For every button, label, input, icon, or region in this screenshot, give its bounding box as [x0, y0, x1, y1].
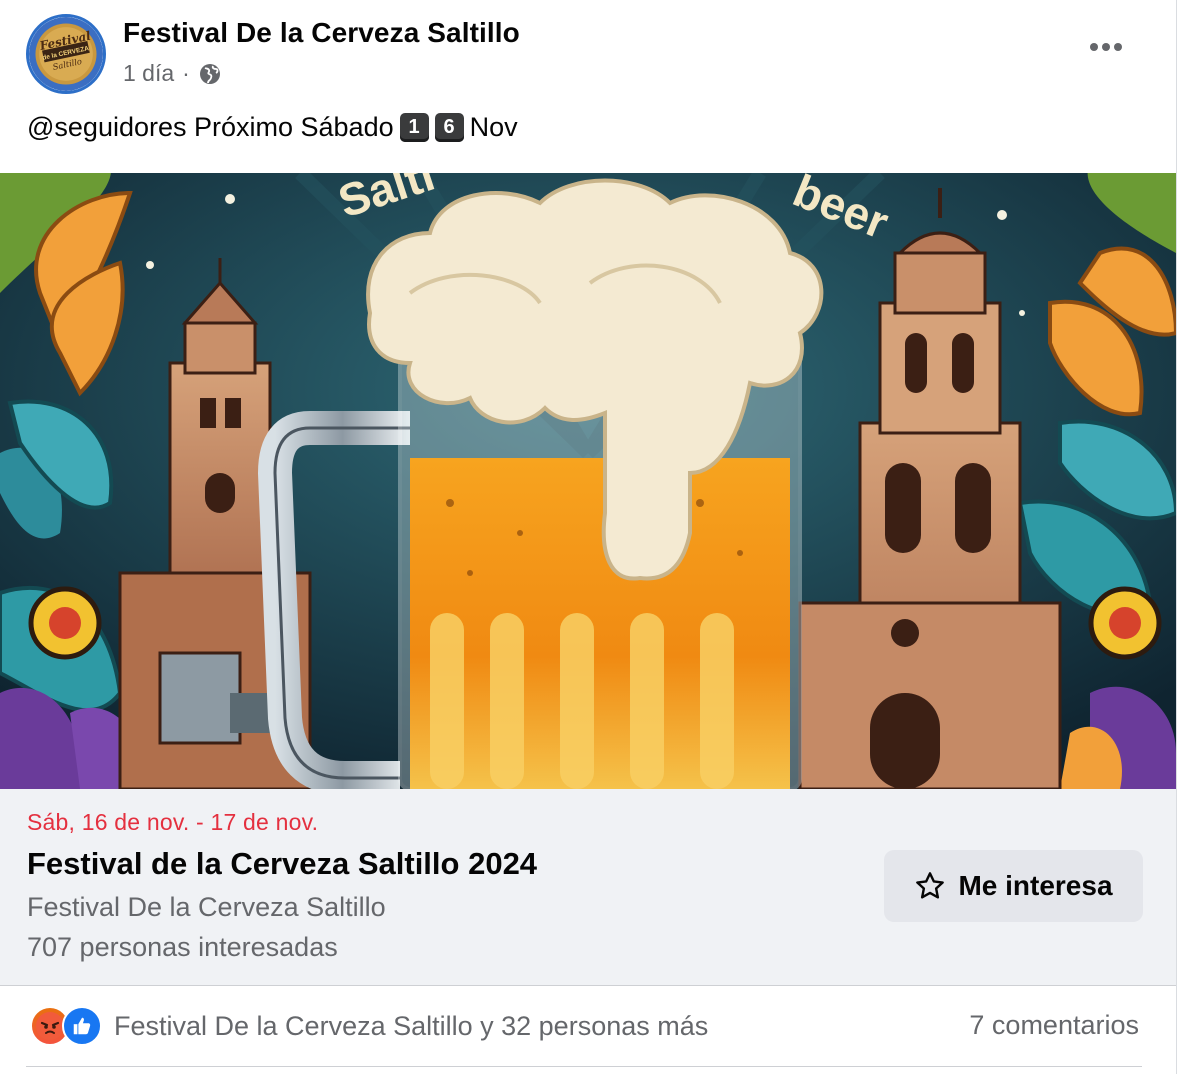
- more-dots-icon: [1090, 43, 1122, 51]
- post-text-prefix: @seguidores Próximo Sábado: [27, 112, 394, 142]
- divider: [26, 1066, 1142, 1067]
- reaction-icons: [30, 1006, 102, 1046]
- event-title[interactable]: Festival de la Cerveza Saltillo 2024: [27, 846, 537, 882]
- beer-festival-illustration: Salti beer: [0, 173, 1176, 789]
- page-name-link[interactable]: Festival De la Cerveza Saltillo: [123, 17, 520, 49]
- more-options-button[interactable]: [1086, 30, 1126, 64]
- reactions-text: Festival De la Cerveza Saltillo y 32 per…: [114, 1010, 709, 1041]
- interested-button[interactable]: Me interesa: [884, 850, 1143, 922]
- event-host[interactable]: Festival De la Cerveza Saltillo: [27, 892, 386, 923]
- star-icon: [916, 872, 945, 899]
- keycap-one-icon: 1: [399, 113, 429, 142]
- reactions-summary[interactable]: Festival De la Cerveza Saltillo y 32 per…: [30, 1006, 708, 1046]
- event-date: Sáb, 16 de nov. - 17 de nov.: [27, 809, 319, 835]
- like-reaction-icon: [62, 1006, 102, 1046]
- post-meta: 1 día ·: [123, 60, 222, 87]
- globe-icon[interactable]: [198, 62, 222, 86]
- event-cover-image[interactable]: Salti beer: [0, 173, 1176, 789]
- keycap-six-icon: 6: [434, 113, 464, 142]
- post-text-suffix: Nov: [469, 112, 518, 142]
- post-card: Festival de la CERVEZA Saltillo Festival…: [0, 0, 1177, 1074]
- comments-count-link[interactable]: 7 comentarios: [969, 1010, 1139, 1041]
- event-info-panel[interactable]: Sáb, 16 de nov. - 17 de nov. Festival de…: [0, 789, 1176, 986]
- page-avatar[interactable]: Festival de la CERVEZA Saltillo: [26, 14, 106, 94]
- meta-separator: ·: [182, 60, 190, 86]
- post-text: @seguidores Próximo Sábado 1 6 Nov: [27, 112, 518, 143]
- post-time[interactable]: 1 día: [123, 60, 174, 87]
- interested-button-label: Me interesa: [958, 870, 1113, 901]
- event-interested-count: 707 personas interesadas: [27, 932, 338, 962]
- festival-logo-icon: Festival de la CERVEZA Saltillo: [29, 17, 103, 91]
